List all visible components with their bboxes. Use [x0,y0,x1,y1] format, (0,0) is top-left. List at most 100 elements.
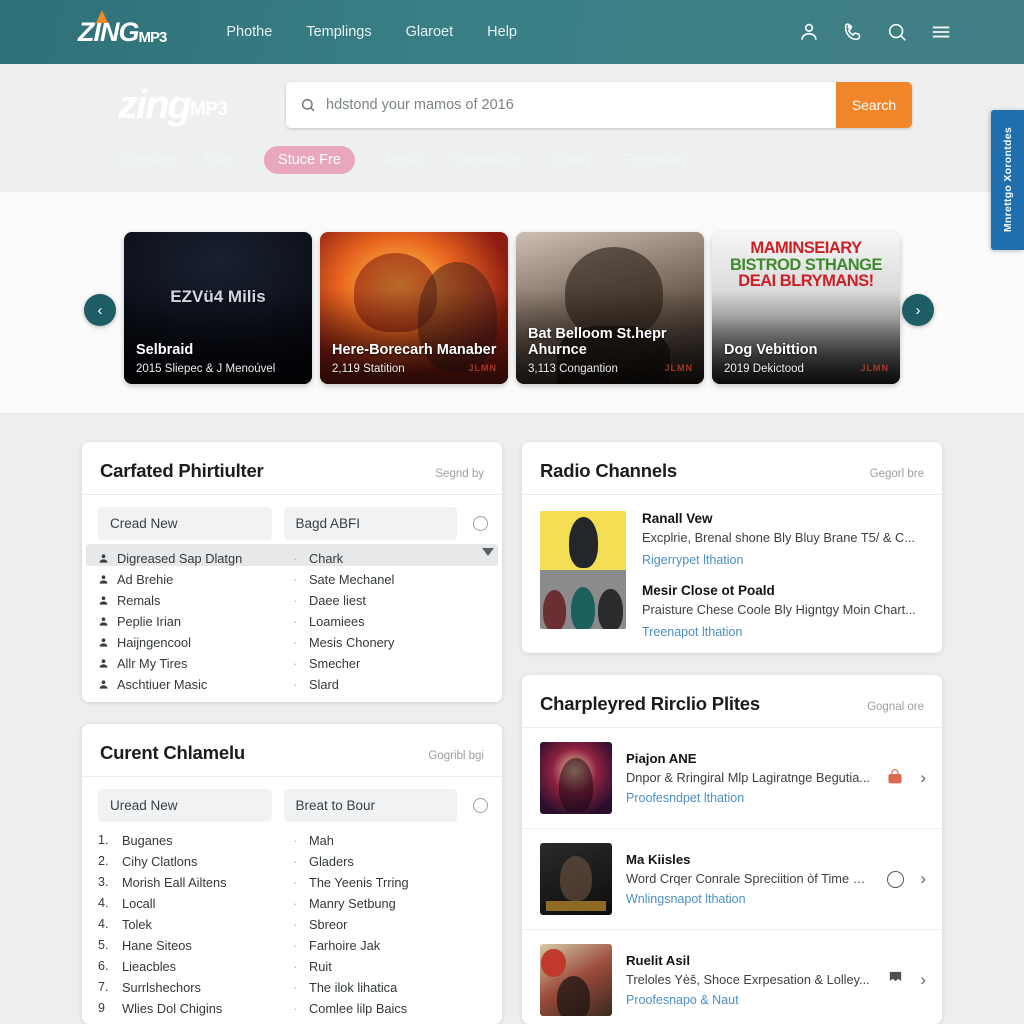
card-meta: Gogribl bgi [428,749,484,762]
list-item[interactable]: 3. Morish Eall Ailtens [98,872,293,893]
subnav-item-1[interactable]: Blog [205,152,234,168]
list-item[interactable]: · Manry Setbung [293,893,488,914]
list-item[interactable]: 6. Lieacbles [98,956,293,977]
bullet-icon: · [293,614,298,629]
playlist-row[interactable]: Ruelit Asil Treloles Yèš, Shoce Exrpesat… [522,930,942,1024]
list-item-label: Farhoire Jak [309,937,381,953]
list-item-label: Peplie Irian [117,614,182,629]
subnav-item-2[interactable]: Stuce Fre [264,146,355,174]
list-item[interactable]: · Mah [293,830,488,851]
chevron-right-icon[interactable]: › [920,768,926,788]
playlist-link[interactable]: Proofesndpet lthation [626,791,872,805]
list-item[interactable]: · The ilok lihatica [293,977,488,998]
phone-icon[interactable] [842,21,864,43]
list-item[interactable]: 1. Buganes [98,830,293,851]
site-logo-hero[interactable]: zing MP3 [118,85,286,125]
lock-icon[interactable] [886,767,904,790]
playlist-row[interactable]: Piajon ANE Dnpor & Rringiral Mlp Lagirat… [522,728,942,830]
list-item[interactable]: · Comlee lilp Baics [293,998,488,1019]
card-meta: Gegorl bre [869,468,924,480]
nav-item-1[interactable]: Templings [306,24,371,40]
playlist-row[interactable]: Ma Kiisles Word Crqer Conrale Spreciitio… [522,829,942,931]
list-item-label: Ruit [309,958,332,974]
list-item[interactable]: Allr My Tires [98,653,293,674]
subnav-item-6[interactable]: Frriendaly [623,152,687,168]
list-item[interactable]: Digreased Sap Dlatgn [98,548,293,569]
list-item[interactable]: 7. Surrlshechors [98,977,293,998]
list-item[interactable]: · Daee liest [293,590,488,611]
list-item[interactable]: · Sbreor [293,914,488,935]
radio-item-link[interactable]: Rigerrypet lthation [642,553,924,567]
list-item[interactable]: 9 Wlies Dol Chigins [98,998,293,1019]
subnav-item-3[interactable]: Music [385,152,423,168]
subnav-item-4[interactable]: Cossuurits [453,152,522,168]
filter-chip-0[interactable]: Uread New [98,788,272,822]
search-icon[interactable] [886,21,908,43]
bookmark-icon[interactable] [887,969,904,991]
playlist-link[interactable]: Proofesnapo & Naut [626,993,873,1007]
subnav-item-5[interactable]: Colory [551,152,593,168]
list-item[interactable]: Remals [98,590,293,611]
carousel-slide[interactable]: Here-Borecarh Manaber 2,119 Statition JL… [320,232,508,384]
carousel-slide[interactable]: Bat Belloom St.hepr Ahurnce 3,113 Congan… [516,232,704,384]
subnav-item-0[interactable]: Cunding [121,152,175,168]
list-item[interactable]: · Gladers [293,851,488,872]
list-item[interactable]: Peplie Irian [98,611,293,632]
list-item[interactable]: · Sate Mechanel [293,569,488,590]
playlist-link[interactable]: Wnlingsnapot lthation [626,892,873,906]
list-item[interactable]: 4. Locall [98,893,293,914]
radio-item[interactable]: Ranall Vew Excplrie, Brenal shone Bly Bl… [642,511,924,567]
chevron-down-icon[interactable] [482,548,494,556]
nav-item-3[interactable]: Help [487,24,517,40]
radio-item-link[interactable]: Treenapot lthation [642,625,924,639]
hamburger-menu-icon[interactable] [930,21,952,43]
radio-item-desc: Praisture Chese Coole Bly Higntgy Moin C… [642,601,916,617]
list-item-label: Sate Mechanel [309,572,395,587]
list-item[interactable]: · Farhoire Jak [293,935,488,956]
list-item[interactable]: · Chark [293,548,488,569]
list-item[interactable]: 2. Cihy Clatlons [98,851,293,872]
card-meta: Gognal ore [867,701,924,714]
person-icon [99,659,108,668]
list-item[interactable]: Ad Brehie [98,569,293,590]
user-icon[interactable] [798,21,820,43]
list-item[interactable]: · Slard [293,674,488,695]
carousel-slide[interactable]: EZVü4 Milis Selbraid 2015 Sliepec & J Me… [124,232,312,384]
nav-item-0[interactable]: Phothe [226,24,272,40]
radio-thumbnail[interactable] [540,511,626,629]
right-column: Radio Channels Gegorl bre Ranall Vew Exc… [522,442,942,1024]
list-item-label: Loamiees [309,614,365,629]
refresh-circle-icon[interactable] [473,797,488,813]
filter-chip-1[interactable]: Breat to Bour [283,788,457,822]
carousel-next-button[interactable]: › [902,294,934,326]
list-item[interactable]: Aschtiuer Masic [98,674,293,695]
circle-icon[interactable] [887,870,905,888]
chevron-right-icon[interactable]: › [920,970,926,990]
search-field[interactable] [286,82,836,128]
list-item[interactable]: 5. Hane Siteos [98,935,293,956]
carousel-slide[interactable]: MAMINSEIARY BISTROD STHANGE DEAI BLRYMAN… [712,232,900,384]
chevron-right-icon[interactable]: › [920,869,926,889]
slide-title: Selbraid [136,341,194,358]
list-item[interactable]: Haijngencool [98,632,293,653]
side-feedback-tab[interactable]: Mnrettgo Xorontdes [991,110,1024,250]
radio-item[interactable]: Mesir Close ot Poald Praisture Chese Coo… [642,583,924,639]
radio-thumb-bottom [540,570,626,629]
filter-chip-0[interactable]: Cread New [98,507,272,540]
site-logo-top[interactable]: ZING MP3 [78,9,167,46]
list-item[interactable]: · Loamiees [293,611,488,632]
filter-chip-1[interactable]: Bagd ABFI [283,507,457,540]
search-button[interactable]: Search [836,82,912,128]
list-item[interactable]: · Mesis Chonery [293,632,488,653]
carousel-prev-button[interactable]: ‹ [84,294,116,326]
list-item[interactable]: 4. Tolek [98,914,293,935]
nav-item-2[interactable]: Glaroet [406,24,454,40]
flame-icon [96,9,108,23]
refresh-circle-icon[interactable] [473,516,488,531]
search-input[interactable] [326,97,822,113]
list-item[interactable]: · The Yeenis Trring [293,872,488,893]
list-item[interactable]: · Smecher [293,653,488,674]
list-item[interactable]: · Ruit [293,956,488,977]
charted-playlists-card: Charpleyred Rirclio Plites Gognal ore Pi… [522,675,942,1024]
